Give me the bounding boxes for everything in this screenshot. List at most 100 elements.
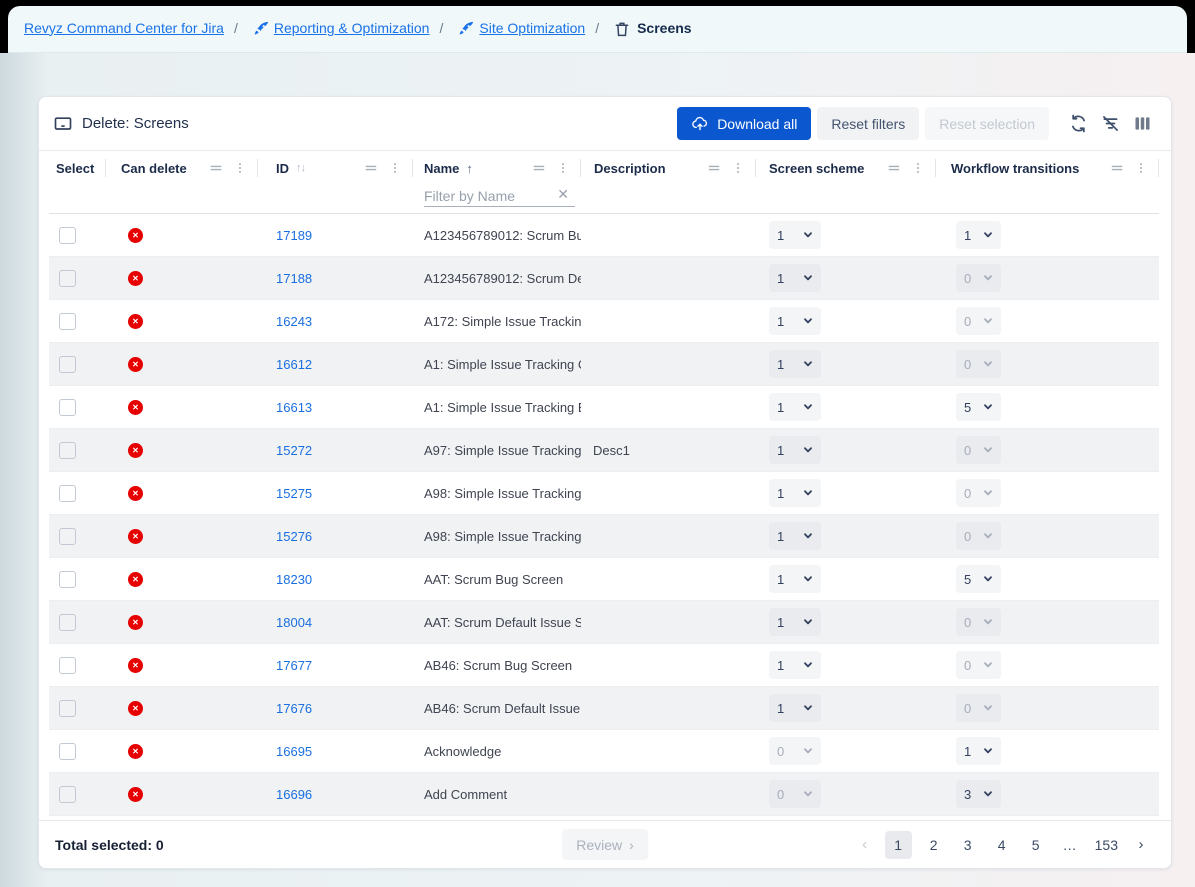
row-checkbox[interactable] <box>59 227 76 244</box>
workflow-transitions-dropdown[interactable]: 0 <box>956 350 1001 378</box>
column-menu-icon[interactable] <box>731 160 745 176</box>
screen-scheme-dropdown[interactable]: 1 <box>769 307 821 335</box>
row-checkbox[interactable] <box>59 528 76 545</box>
id-link[interactable]: 16695 <box>276 744 312 759</box>
workflow-transitions-dropdown[interactable]: 1 <box>956 221 1001 249</box>
id-link[interactable]: 17676 <box>276 701 312 716</box>
filter-lines-icon[interactable] <box>1109 160 1125 176</box>
id-link[interactable]: 16696 <box>276 787 312 802</box>
screen-scheme-dropdown[interactable]: 1 <box>769 264 821 292</box>
id-link[interactable]: 16243 <box>276 314 312 329</box>
screen-scheme-dropdown[interactable]: 1 <box>769 608 821 636</box>
workflow-transitions-dropdown[interactable]: 0 <box>956 651 1001 679</box>
id-link[interactable]: 17188 <box>276 271 312 286</box>
screen-scheme-dropdown[interactable]: 1 <box>769 393 821 421</box>
breadcrumb-item-revyz-command-center-for-jira[interactable]: Revyz Command Center for Jira <box>24 20 224 36</box>
workflow-transitions-dropdown[interactable]: 5 <box>956 393 1001 421</box>
column-menu-icon[interactable] <box>556 160 570 176</box>
column-header-id[interactable]: ID↑↓ <box>258 151 413 185</box>
id-link[interactable]: 16613 <box>276 400 312 415</box>
filter-lines-icon[interactable] <box>706 160 722 176</box>
columns-button[interactable] <box>1129 111 1155 137</box>
reset-filters-button[interactable]: Reset filters <box>817 107 919 140</box>
workflow-transitions-dropdown[interactable]: 0 <box>956 608 1001 636</box>
row-checkbox[interactable] <box>59 399 76 416</box>
workflow-transitions-dropdown[interactable]: 5 <box>956 565 1001 593</box>
page-button-2[interactable]: 2 <box>922 831 946 859</box>
row-checkbox[interactable] <box>59 442 76 459</box>
refresh-button[interactable] <box>1065 111 1091 137</box>
prev-page-button[interactable]: ‹ <box>855 836 875 853</box>
id-link[interactable]: 17189 <box>276 228 312 243</box>
workflow-transitions-dropdown[interactable]: 0 <box>956 307 1001 335</box>
next-page-button[interactable]: › <box>1131 836 1151 853</box>
column-header-description[interactable]: Description <box>581 151 756 185</box>
column-header-can-delete[interactable]: Can delete <box>106 151 258 185</box>
screen-scheme-dropdown[interactable]: 1 <box>769 350 821 378</box>
row-checkbox[interactable] <box>59 657 76 674</box>
name-filter-input[interactable] <box>424 185 575 207</box>
id-link[interactable]: 18230 <box>276 572 312 587</box>
workflow-transitions-dropdown[interactable]: 0 <box>956 522 1001 550</box>
download-all-button[interactable]: Download all <box>677 107 811 140</box>
workflow-transitions-dropdown[interactable]: 0 <box>956 436 1001 464</box>
id-link[interactable]: 15272 <box>276 443 312 458</box>
column-header-name[interactable]: Name↑ <box>413 151 581 185</box>
row-checkbox[interactable] <box>59 786 76 803</box>
filter-lines-icon[interactable] <box>208 160 224 176</box>
row-checkbox[interactable] <box>59 485 76 502</box>
row-checkbox[interactable] <box>59 571 76 588</box>
chevron-down-icon <box>803 531 813 541</box>
breadcrumb-item-site-optimization[interactable]: Site Optimization <box>479 20 585 36</box>
row-checkbox[interactable] <box>59 700 76 717</box>
screen-scheme-dropdown[interactable]: 0 <box>769 780 821 808</box>
chevron-down-icon <box>983 574 993 584</box>
screen-scheme-dropdown[interactable]: 1 <box>769 651 821 679</box>
screen-scheme-dropdown[interactable]: 0 <box>769 737 821 765</box>
row-checkbox[interactable] <box>59 313 76 330</box>
page-button-5[interactable]: 5 <box>1024 831 1048 859</box>
screen-scheme-dropdown[interactable]: 1 <box>769 221 821 249</box>
screen-name: AB46: Scrum Bug Screen <box>424 658 572 673</box>
screen-scheme-dropdown[interactable]: 1 <box>769 436 821 464</box>
filter-lines-icon[interactable] <box>886 160 902 176</box>
workflow-transitions-dropdown[interactable]: 3 <box>956 780 1001 808</box>
column-menu-icon[interactable] <box>1134 160 1148 176</box>
page-button-153[interactable]: 153 <box>1092 831 1121 859</box>
page-button-4[interactable]: 4 <box>990 831 1014 859</box>
column-menu-icon[interactable] <box>233 160 247 176</box>
screen-scheme-dropdown[interactable]: 1 <box>769 694 821 722</box>
screen-scheme-dropdown[interactable]: 1 <box>769 479 821 507</box>
workflow-transitions-dropdown[interactable]: 0 <box>956 264 1001 292</box>
id-link[interactable]: 17677 <box>276 658 312 673</box>
filter-off-button[interactable] <box>1097 111 1123 137</box>
id-link[interactable]: 15275 <box>276 486 312 501</box>
chevron-down-icon <box>983 273 993 283</box>
breadcrumb-item-reporting-optimization[interactable]: Reporting & Optimization <box>274 20 430 36</box>
row-checkbox[interactable] <box>59 614 76 631</box>
workflow-transitions-dropdown[interactable]: 1 <box>956 737 1001 765</box>
workflow-transitions-dropdown[interactable]: 0 <box>956 694 1001 722</box>
id-link[interactable]: 16612 <box>276 357 312 372</box>
column-menu-icon[interactable] <box>911 160 925 176</box>
review-button[interactable]: Review › <box>562 829 648 860</box>
screen-scheme-dropdown[interactable]: 1 <box>769 522 821 550</box>
screen-name: A172: Simple Issue Tracking <box>424 314 581 329</box>
workflow-transitions-dropdown[interactable]: 0 <box>956 479 1001 507</box>
filter-lines-icon[interactable] <box>531 160 547 176</box>
column-header-workflow-transitions[interactable]: Workflow transitions <box>936 151 1159 185</box>
row-checkbox[interactable] <box>59 743 76 760</box>
id-link[interactable]: 18004 <box>276 615 312 630</box>
reset-selection-button[interactable]: Reset selection <box>925 107 1049 140</box>
page-button-3[interactable]: 3 <box>956 831 980 859</box>
clear-filter-icon[interactable]: ✕ <box>557 186 569 203</box>
table-row: ✕16695Acknowledge01 <box>49 730 1159 773</box>
row-checkbox[interactable] <box>59 270 76 287</box>
row-checkbox[interactable] <box>59 356 76 373</box>
column-menu-icon[interactable] <box>388 160 402 176</box>
screen-scheme-dropdown[interactable]: 1 <box>769 565 821 593</box>
page-button-1[interactable]: 1 <box>885 831 912 859</box>
id-link[interactable]: 15276 <box>276 529 312 544</box>
filter-lines-icon[interactable] <box>363 160 379 176</box>
column-header-screen-scheme[interactable]: Screen scheme <box>756 151 936 185</box>
